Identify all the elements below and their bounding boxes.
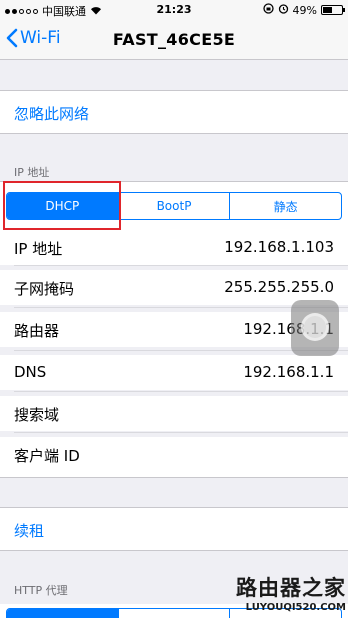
assistive-touch-icon <box>301 313 329 341</box>
segment-proxy-manual[interactable] <box>117 609 230 618</box>
row-label: IP 地址 <box>14 240 63 258</box>
row-value: 192.168.1.1 <box>243 363 334 381</box>
battery-icon <box>321 5 345 15</box>
assistive-touch-button[interactable] <box>291 300 339 356</box>
row-value: 192.168.1.103 <box>224 238 334 256</box>
ip-section-header: IP 地址 <box>14 166 50 179</box>
segment-static[interactable]: 静态 <box>229 193 341 219</box>
segment-bootp[interactable]: BootP <box>117 193 230 219</box>
row-label: 子网掩码 <box>14 280 75 298</box>
renew-lease-cell[interactable]: 续租 <box>0 508 348 550</box>
info-row-client-id[interactable]: 客户端 ID <box>0 437 348 477</box>
annotation-highlight-box <box>3 181 121 230</box>
watermark-url: LUYOUQI520.COM <box>245 602 346 613</box>
info-row-dns[interactable]: DNS 192.168.1.1 <box>0 355 348 390</box>
segment-proxy-off[interactable] <box>7 609 118 618</box>
row-label: 搜索域 <box>14 406 60 424</box>
battery-percent: 49% <box>292 3 317 17</box>
info-row-ip-address: IP 地址 192.168.1.103 <box>0 230 348 265</box>
row-value: 255.255.255.0 <box>224 278 334 296</box>
http-proxy-header: HTTP 代理 <box>14 584 68 597</box>
page-title: FAST_46CE5E <box>112 30 236 49</box>
row-label: 客户端 ID <box>14 447 80 465</box>
info-row-subnet-mask: 子网掩码 255.255.255.0 <box>0 270 348 305</box>
row-label: 路由器 <box>14 322 60 340</box>
orientation-lock-icon <box>262 3 274 17</box>
navigation-bar: Wi-Fi FAST_46CE5E <box>0 20 348 60</box>
forget-network-link[interactable]: 忽略此网络 <box>14 103 89 124</box>
status-bar: 中国联通 21:23 49% <box>0 0 348 20</box>
info-row-search-domain[interactable]: 搜索域 <box>0 396 348 431</box>
alarm-icon <box>278 3 289 17</box>
forget-network-cell[interactable]: 忽略此网络 <box>0 91 348 133</box>
watermark-logo: 路由器之家 LUYOUQI520.COM <box>236 572 346 613</box>
watermark-brand: 路由器之家 <box>236 576 346 600</box>
row-label: DNS <box>14 363 47 381</box>
renew-lease-link[interactable]: 续租 <box>14 520 44 541</box>
